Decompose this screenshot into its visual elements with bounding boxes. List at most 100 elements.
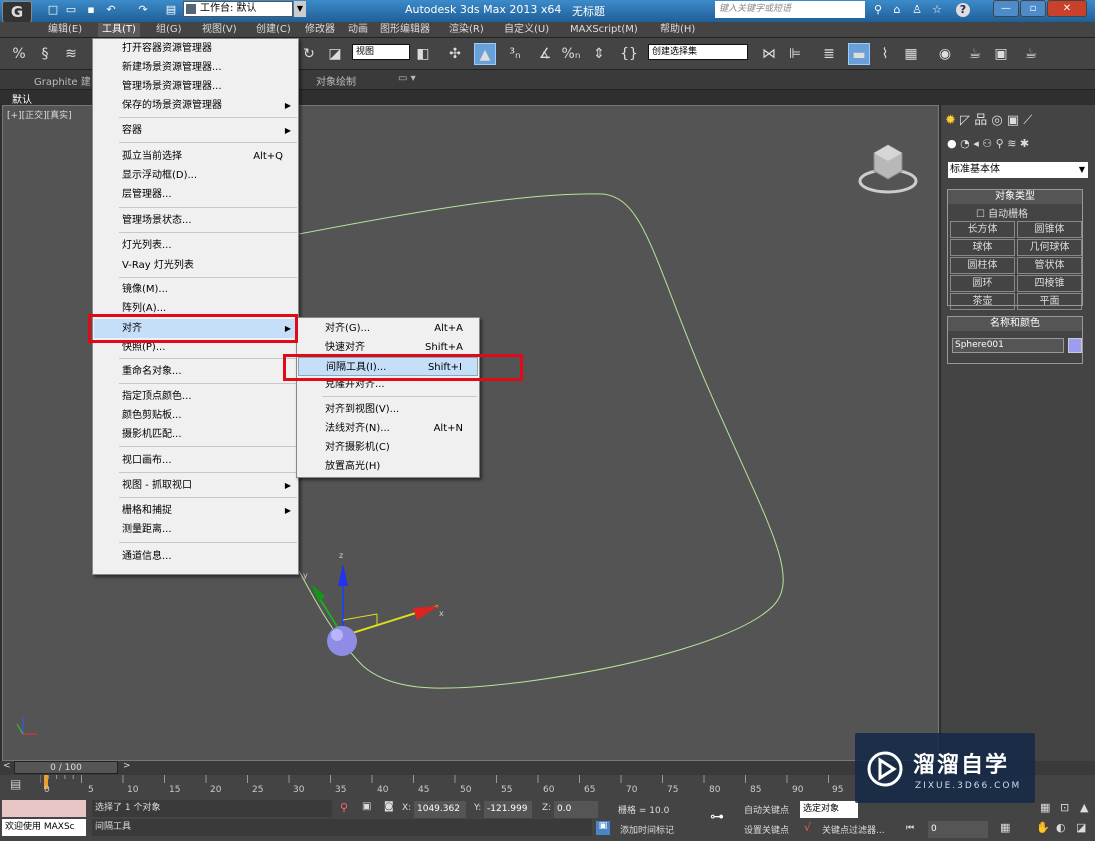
object-color-swatch[interactable] — [1068, 338, 1082, 353]
plane-button[interactable]: 平面 — [1017, 293, 1082, 310]
link-icon[interactable]: % — [8, 43, 30, 65]
menu-item-grab-viewport[interactable]: 视图 - 抓取视口 ▶ — [94, 476, 297, 495]
menu-customize[interactable]: 自定义(U) — [500, 23, 553, 37]
sphere-button[interactable]: 球体 — [950, 239, 1015, 256]
project-folder-icon[interactable]: ▤ — [164, 3, 178, 17]
menu-create[interactable]: 创建(C) — [252, 23, 295, 37]
rotate-icon[interactable]: ↻ — [298, 43, 320, 65]
key-filters-button[interactable]: 关键点过滤器... — [822, 823, 885, 836]
redo-icon[interactable]: ↷ — [136, 3, 150, 17]
menu-item-grids-and-snaps[interactable]: 栅格和捕捉 ▶ — [94, 501, 297, 520]
utilities-tab-icon[interactable]: ⟋ — [1023, 113, 1032, 128]
snaps-toggle-icon[interactable]: ³ₙ — [504, 43, 526, 65]
y-coordinate-field[interactable]: -121.999 — [484, 801, 532, 818]
menu-maxscript[interactable]: MAXScript(M) — [566, 23, 642, 37]
systems-icon[interactable]: ✱ — [1020, 137, 1029, 150]
isolate-toggle-icon[interactable]: ⚲ — [340, 801, 348, 814]
scale-icon[interactable]: ◪ — [324, 43, 346, 65]
menu-item-align-camera[interactable]: 对齐摄影机(C) — [298, 438, 478, 457]
graphite-toggle-icon[interactable]: ▬ — [848, 43, 870, 65]
communication-center-icon[interactable]: ⌂ — [890, 3, 904, 17]
menu-rendering[interactable]: 渲染(R) — [445, 23, 488, 37]
time-tag-icon[interactable]: ▣ — [596, 821, 610, 835]
lights-icon[interactable]: ◂ — [973, 137, 979, 150]
menu-item-vray-light-lister[interactable]: V-Ray 灯光列表 — [94, 256, 297, 275]
rendered-frame-icon[interactable]: ▣ — [990, 43, 1012, 65]
menu-item-align-align[interactable]: 对齐(G)... Alt+A — [298, 319, 478, 338]
time-prev-icon[interactable]: < — [3, 761, 11, 771]
time-next-icon[interactable]: > — [123, 761, 131, 771]
absolute-mode-icon[interactable]: ◙ — [384, 801, 394, 812]
binoculars-icon[interactable]: ⚲ — [870, 3, 886, 17]
new-file-icon[interactable]: □ — [46, 3, 60, 17]
user-icon[interactable]: ♙ — [910, 3, 924, 17]
geometry-icon[interactable]: ● — [947, 137, 957, 150]
menu-edit[interactable]: 编辑(E) — [44, 23, 86, 37]
field-of-view-icon[interactable]: ▲ — [1080, 801, 1088, 814]
select-manipulate-icon[interactable]: ✣ — [444, 43, 466, 65]
percent-snap-icon[interactable]: %ₙ — [560, 43, 582, 65]
name-color-title[interactable]: 名称和颜色 — [948, 317, 1082, 331]
maxscript-listener[interactable] — [2, 800, 86, 817]
undo-icon[interactable]: ↶ — [104, 3, 118, 17]
menu-item-open-container-explorer[interactable]: 打开容器资源管理器 — [94, 39, 297, 58]
favorites-star-icon[interactable]: ☆ — [930, 3, 944, 17]
pan-view-icon[interactable]: ✋ — [1036, 821, 1050, 834]
display-tab-icon[interactable]: ▣ — [1007, 113, 1019, 128]
x-coordinate-field[interactable]: 1049.362 — [414, 801, 466, 818]
menu-modifiers[interactable]: 修改器 — [301, 23, 339, 37]
cone-button[interactable]: 圆锥体 — [1017, 221, 1082, 238]
add-time-tag[interactable]: 添加时间标记 — [620, 823, 674, 836]
render-setup-icon[interactable]: ☕ — [964, 43, 986, 65]
go-to-start-icon[interactable]: ⏮ — [906, 823, 914, 833]
create-subcategory-icons[interactable]: ● ◔ ◂ ⚇ ⚲ ≋ ✱ — [947, 137, 1093, 155]
auto-grid-checkbox[interactable]: ☐ 自动栅格 — [976, 205, 1028, 220]
mini-curve-editor-icon[interactable]: ▤ — [10, 777, 21, 791]
torus-button[interactable]: 圆环 — [950, 275, 1015, 292]
key-mode-select[interactable]: 选定对象 — [800, 801, 858, 818]
maxscript-mini-listener[interactable]: 欢迎使用 MAXSc — [2, 819, 86, 836]
align-icon[interactable]: ⊫ — [784, 43, 806, 65]
material-editor-icon[interactable]: ◉ — [934, 43, 956, 65]
object-type-title[interactable]: 对象类型 — [948, 190, 1082, 204]
set-key-button[interactable]: 设置关键点 — [744, 823, 789, 836]
save-icon[interactable]: ▪ — [84, 3, 98, 17]
menu-item-camera-match[interactable]: 摄影机匹配... — [94, 425, 297, 444]
zoom-extents-all-icon[interactable]: ⊡ — [1060, 801, 1069, 814]
open-file-icon[interactable]: ▭ — [64, 3, 78, 17]
cylinder-button[interactable]: 圆柱体 — [950, 257, 1015, 274]
pyramid-button[interactable]: 四棱锥 — [1017, 275, 1082, 292]
menu-item-channel-info[interactable]: 通道信息... — [94, 547, 297, 566]
tab-graphite[interactable]: Graphite 建 — [34, 73, 91, 88]
mirror-icon[interactable]: ⋈ — [758, 43, 780, 65]
modify-tab-icon[interactable]: ◸ — [960, 113, 970, 128]
bind-space-warp-icon[interactable]: ≋ — [60, 43, 82, 65]
menu-group[interactable]: 组(G) — [152, 23, 186, 37]
workspace-dropdown-arrow[interactable]: ▼ — [294, 1, 306, 17]
reference-coordinate-select[interactable]: 视图 — [352, 44, 410, 60]
current-frame-field[interactable]: 0 — [928, 821, 988, 838]
menu-item-containers[interactable]: 容器 ▶ — [94, 121, 297, 140]
ribbon-options-icon[interactable]: ▭ ▾ — [398, 73, 416, 84]
angle-snap-icon[interactable]: ∡ — [534, 43, 556, 65]
cameras-icon[interactable]: ⚇ — [982, 137, 992, 150]
workspace-selector[interactable]: 工作台: 默认 — [183, 1, 293, 17]
named-selection-set-select[interactable]: 创建选择集 — [648, 44, 748, 60]
time-config-icon[interactable]: ▦ — [1000, 821, 1010, 834]
create-tab-icon[interactable]: ✹ — [945, 113, 956, 128]
menu-item-color-clipboard[interactable]: 颜色剪贴板... — [94, 406, 297, 425]
orbit-icon[interactable]: ◐ — [1056, 821, 1066, 834]
menu-item-light-lister[interactable]: 灯光列表... — [94, 236, 297, 255]
menu-views[interactable]: 视图(V) — [198, 23, 241, 37]
edit-named-selection-icon[interactable]: {} — [618, 43, 640, 65]
schematic-view-icon[interactable]: ▦ — [900, 43, 922, 65]
command-panel-tabs[interactable]: ✹ ◸ 品 ◎ ▣ ⟋ — [945, 109, 1091, 129]
object-name-field[interactable]: Sphere001 — [952, 338, 1064, 353]
minimize-button[interactable]: — — [993, 0, 1019, 17]
zoom-extents-icon[interactable]: ▦ — [1040, 801, 1050, 814]
maximize-viewport-icon[interactable]: ◪ — [1076, 821, 1086, 834]
render-production-icon[interactable]: ☕ — [1020, 43, 1042, 65]
geosphere-button[interactable]: 几何球体 — [1017, 239, 1082, 256]
menu-tools[interactable]: 工具(T) — [98, 23, 140, 37]
menu-item-isolate-selection[interactable]: 孤立当前选择 Alt+Q — [94, 147, 297, 166]
